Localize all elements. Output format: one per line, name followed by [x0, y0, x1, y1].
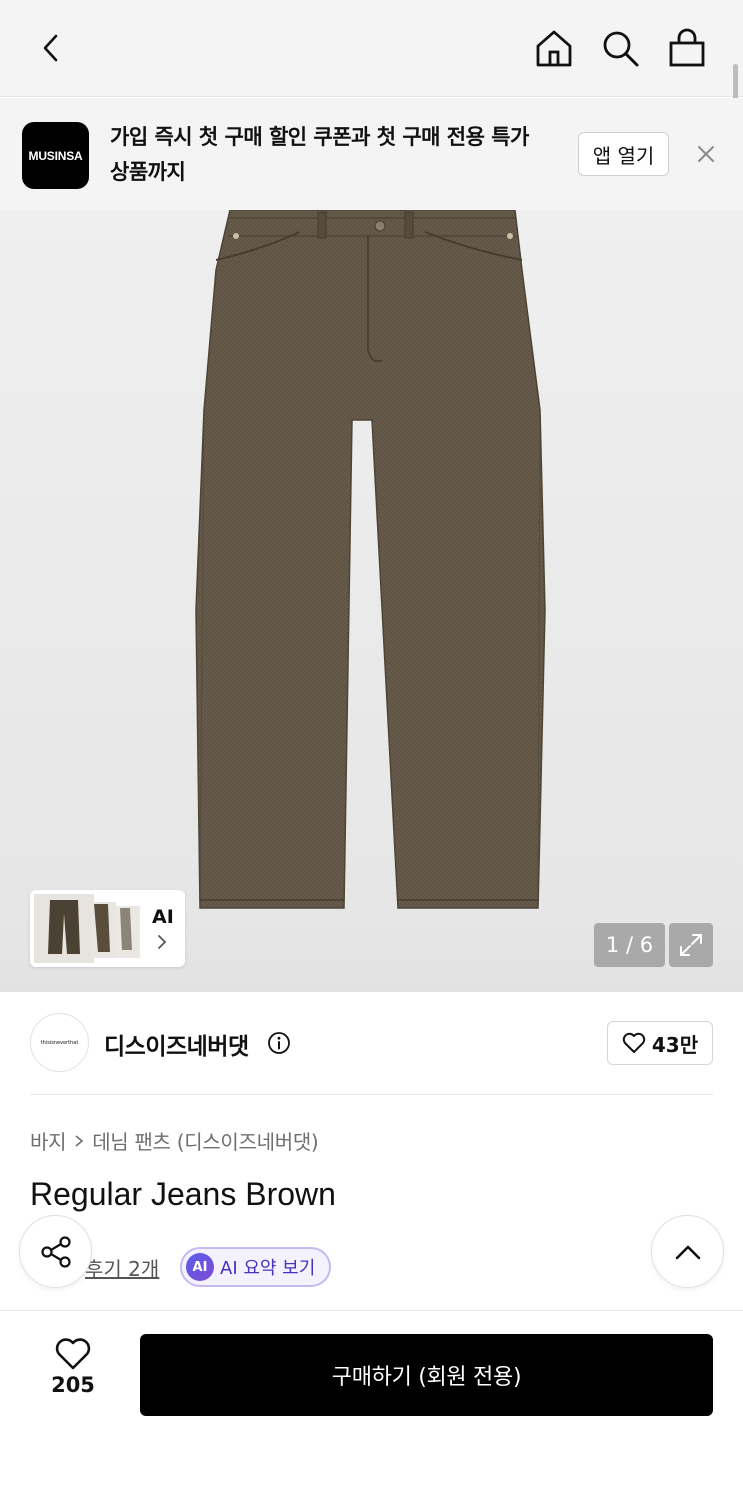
brand-logo[interactable]: thisisneverthat — [30, 1013, 89, 1072]
chevron-left-icon — [43, 34, 58, 62]
breadcrumb-category[interactable]: 바지 — [30, 1126, 67, 1155]
breadcrumb-subcategory[interactable]: 데님 팬츠 (디스이즈네버댓) — [92, 1126, 319, 1155]
like-count: 205 — [51, 1373, 95, 1397]
home-icon — [536, 30, 572, 67]
expand-icon — [680, 934, 702, 956]
chevron-up-icon — [675, 1245, 700, 1259]
open-app-button[interactable]: 앱 열기 — [578, 132, 669, 176]
ai-label: AI — [152, 906, 174, 928]
app-banner: MUSINSA 가입 즉시 첫 구매 할인 쿠폰과 첫 구매 전용 특가 상품까… — [0, 98, 743, 210]
follow-count: 43만 — [651, 1032, 699, 1057]
ai-badge: AI — [186, 1253, 214, 1281]
ai-summary-button[interactable]: AI AI 요약 보기 — [180, 1247, 331, 1287]
brand-follow-button[interactable]: 43만 — [607, 1021, 713, 1065]
shopping-bag-icon — [669, 28, 705, 67]
scroll-to-top-button[interactable] — [651, 1215, 724, 1288]
brand-row: thisisneverthat 디스이즈네버댓 43만 — [30, 1013, 713, 1095]
ai-thumbnail-image — [34, 894, 140, 963]
banner-message: 가입 즉시 첫 구매 할인 쿠폰과 첫 구매 전용 특가 상품까지 — [110, 125, 529, 184]
product-image[interactable] — [0, 210, 743, 992]
product-gallery[interactable]: AI 1 / 6 — [0, 210, 743, 992]
musinsa-logo: MUSINSA — [22, 122, 89, 189]
buy-button[interactable]: 구매하기 (회원 전용) — [140, 1334, 713, 1416]
home-button[interactable] — [528, 22, 580, 74]
heart-icon — [622, 1032, 646, 1053]
like-button[interactable]: 205 — [30, 1337, 116, 1399]
search-button[interactable] — [594, 22, 646, 74]
expand-image-button[interactable] — [669, 923, 713, 967]
ai-summary-label: AI 요약 보기 — [220, 1258, 316, 1279]
info-icon — [268, 1032, 290, 1054]
image-counter: 1 / 6 — [594, 923, 665, 967]
product-title: Regular Jeans Brown — [30, 1176, 336, 1212]
chevron-right-icon — [158, 935, 167, 949]
banner-close-button[interactable] — [692, 140, 720, 168]
share-button[interactable] — [19, 1215, 92, 1288]
share-icon — [40, 1235, 71, 1268]
breadcrumb: 바지 데님 팬츠 (디스이즈네버댓) — [30, 1126, 319, 1155]
chevron-right-icon — [75, 1134, 84, 1147]
ai-fitting-thumbnail[interactable]: AI — [30, 890, 185, 967]
review-link[interactable]: 후기 2개 — [85, 1253, 159, 1282]
close-icon — [698, 146, 714, 162]
brand-logo-text: thisisneverthat — [40, 1039, 79, 1046]
purchase-bar: 205 구매하기 (회원 전용) — [0, 1310, 743, 1500]
brand-name[interactable]: 디스이즈네버댓 — [104, 1027, 249, 1061]
back-button[interactable] — [26, 22, 78, 74]
cart-button[interactable] — [661, 22, 713, 74]
top-navigation — [0, 0, 743, 97]
heart-icon — [55, 1338, 91, 1370]
brand-info-button[interactable] — [267, 1031, 291, 1059]
search-icon — [603, 31, 639, 67]
